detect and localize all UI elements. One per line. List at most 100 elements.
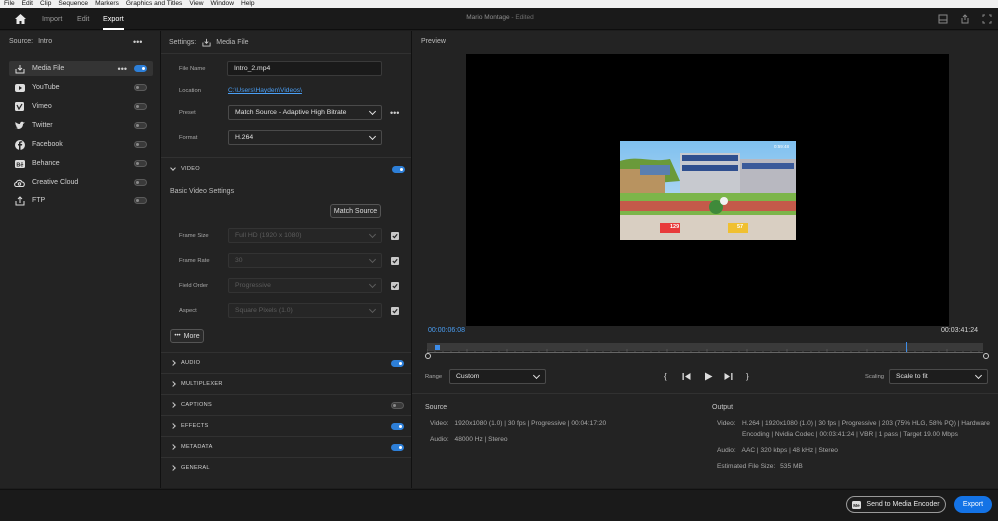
- metadata-section[interactable]: METADATA: [161, 436, 411, 457]
- metadata-toggle[interactable]: [391, 443, 404, 451]
- duration-timecode: 00:03:41:24: [941, 327, 978, 334]
- destination-vimeo[interactable]: Vimeo: [9, 99, 153, 114]
- tab-export[interactable]: Export: [103, 14, 124, 23]
- source-menu-icon[interactable]: •••: [133, 38, 142, 47]
- behance-toggle[interactable]: [134, 160, 147, 167]
- twitter-toggle[interactable]: [134, 122, 147, 129]
- media-file-toggle[interactable]: [134, 65, 147, 72]
- workspace-icon[interactable]: [938, 14, 948, 24]
- fullscreen-icon[interactable]: [982, 14, 992, 24]
- facebook-toggle[interactable]: [134, 141, 147, 148]
- match-source-button[interactable]: Match Source: [330, 204, 381, 218]
- frame-rate-checkbox[interactable]: [391, 257, 399, 265]
- metadata-section-label: METADATA: [181, 444, 213, 450]
- send-to-media-encoder-button[interactable]: Me Send to Media Encoder: [846, 496, 946, 513]
- step-back-icon[interactable]: [682, 372, 691, 383]
- captions-section[interactable]: CAPTIONS: [161, 394, 411, 415]
- effects-toggle[interactable]: [391, 422, 404, 430]
- preview-panel: Preview 0:59:48 129 57 00:00:06:08 00:03…: [412, 31, 998, 488]
- menu-view[interactable]: View: [189, 0, 203, 8]
- menu-markers[interactable]: Markers: [95, 0, 119, 8]
- video-toggle[interactable]: [392, 165, 405, 173]
- in-point-handle[interactable]: [425, 353, 431, 359]
- file-name-input[interactable]: Intro_2.mp4: [227, 61, 382, 76]
- step-forward-icon[interactable]: [724, 372, 733, 383]
- destination-youtube[interactable]: YouTube: [9, 80, 153, 95]
- menu-clip[interactable]: Clip: [40, 0, 51, 8]
- out-point-handle[interactable]: [983, 353, 989, 359]
- captions-toggle[interactable]: [391, 401, 404, 409]
- preset-dropdown[interactable]: Match Source - Adaptive High Bitrate: [228, 105, 382, 120]
- effects-section[interactable]: EFFECTS: [161, 415, 411, 436]
- youtube-toggle[interactable]: [134, 84, 147, 91]
- tab-import[interactable]: Import: [42, 14, 62, 23]
- active-tab-indicator: [103, 28, 124, 30]
- output-video-line1: H.264 | 1920x1080 (1.0) | 30 fps | Progr…: [742, 420, 990, 427]
- share-icon[interactable]: [960, 14, 970, 24]
- home-icon[interactable]: [13, 12, 27, 26]
- menu-window[interactable]: Window: [211, 0, 234, 8]
- frame-rate-dropdown[interactable]: 30: [228, 253, 382, 268]
- destination-facebook[interactable]: Facebook: [9, 137, 153, 152]
- destination-behance[interactable]: Bē Behance: [9, 156, 153, 171]
- video-frame-thumbnail: [620, 141, 796, 240]
- audio-toggle[interactable]: [391, 359, 404, 367]
- output-video-label: Video:: [717, 420, 736, 427]
- set-out-point-icon[interactable]: }: [746, 372, 749, 381]
- destination-twitter[interactable]: Twitter: [9, 118, 153, 133]
- menu-edit[interactable]: Edit: [22, 0, 33, 8]
- ftp-toggle[interactable]: [134, 197, 147, 204]
- destinations-panel: Source: Intro ••• Media File ••• YouTube…: [0, 31, 160, 488]
- destination-label: YouTube: [32, 84, 60, 91]
- export-button[interactable]: Export: [954, 496, 992, 513]
- source-video-label: Video:: [430, 420, 449, 427]
- aspect-dropdown[interactable]: Square Pixels (1.0): [228, 303, 382, 318]
- frame-size-checkbox[interactable]: [391, 232, 399, 240]
- audio-section[interactable]: AUDIO: [161, 352, 411, 373]
- format-dropdown[interactable]: H.264: [228, 130, 382, 145]
- field-order-dropdown[interactable]: Progressive: [228, 278, 382, 293]
- menu-graphics-and-titles[interactable]: Graphics and Titles: [126, 0, 182, 8]
- multiplexer-section[interactable]: MULTIPLEXER: [161, 373, 411, 394]
- creative-cloud-toggle[interactable]: [134, 179, 147, 186]
- set-in-point-icon[interactable]: {: [664, 372, 667, 381]
- range-dropdown[interactable]: Custom: [449, 369, 546, 384]
- more-button[interactable]: ••• More: [170, 329, 204, 343]
- general-section[interactable]: GENERAL: [161, 457, 411, 478]
- menu-bar: File Edit Clip Sequence Markers Graphics…: [0, 0, 998, 8]
- ftp-upload-icon: [14, 195, 25, 206]
- aspect-checkbox[interactable]: [391, 307, 399, 315]
- current-timecode[interactable]: 00:00:06:08: [428, 327, 465, 334]
- destination-label: Facebook: [32, 141, 63, 148]
- destination-creative-cloud[interactable]: Creative Cloud: [9, 175, 153, 190]
- source-audio-value: 48000 Hz | Stereo: [454, 436, 508, 443]
- chevron-down-icon: [368, 255, 377, 263]
- field-order-checkbox[interactable]: [391, 282, 399, 290]
- project-title: Mario Montage - Edited: [440, 14, 560, 21]
- destination-media-file[interactable]: Media File •••: [9, 61, 153, 76]
- chevron-down-icon: [368, 280, 377, 288]
- playhead-marker[interactable]: [434, 345, 440, 350]
- destination-label: Vimeo: [32, 103, 52, 110]
- menu-sequence[interactable]: Sequence: [58, 0, 88, 8]
- frame-size-dropdown[interactable]: Full HD (1920 x 1080): [228, 228, 382, 243]
- range-value: Custom: [456, 373, 480, 380]
- out-point-marker[interactable]: [906, 342, 907, 352]
- location-link[interactable]: C:\Users\Hayden\Videos\: [228, 87, 302, 94]
- vimeo-toggle[interactable]: [134, 103, 147, 110]
- destination-menu-icon[interactable]: •••: [118, 64, 127, 73]
- scaling-dropdown[interactable]: Scale to fit: [889, 369, 988, 384]
- destination-label: Media File: [32, 65, 65, 72]
- menu-file[interactable]: File: [4, 0, 15, 8]
- app-header: Import Edit Export Mario Montage - Edite…: [0, 8, 998, 30]
- chevron-right-icon: [170, 402, 176, 408]
- tab-edit[interactable]: Edit: [77, 14, 89, 23]
- video-section-header[interactable]: VIDEO: [170, 163, 405, 175]
- destination-ftp[interactable]: FTP: [9, 193, 153, 208]
- frame-rate-value: 30: [235, 257, 243, 264]
- edited-status: - Edited: [511, 14, 534, 21]
- menu-help[interactable]: Help: [241, 0, 255, 8]
- play-icon[interactable]: [704, 372, 713, 383]
- preset-menu-icon[interactable]: •••: [390, 109, 399, 118]
- aspect-value: Square Pixels (1.0): [235, 307, 293, 314]
